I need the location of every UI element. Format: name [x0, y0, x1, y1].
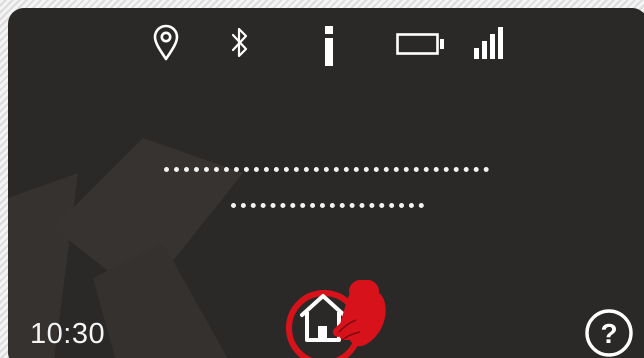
home-button[interactable] — [282, 279, 386, 358]
clock-time: 10:30 — [30, 318, 106, 350]
device-frame: 10:30 ? — [0, 0, 644, 358]
battery-icon — [396, 33, 446, 55]
help-symbol: ? — [600, 318, 617, 349]
bluetooth-icon — [230, 26, 250, 60]
placeholder-line-1 — [164, 167, 489, 172]
signal-strength-icon — [472, 24, 510, 60]
display-screen: 10:30 ? — [8, 8, 644, 358]
info-icon — [322, 24, 336, 68]
tap-gesture-hand-icon — [333, 279, 386, 347]
placeholder-line-2 — [231, 203, 424, 208]
help-button[interactable]: ? — [582, 306, 636, 358]
location-pin-icon — [151, 22, 181, 62]
help-icon: ? — [585, 309, 633, 357]
